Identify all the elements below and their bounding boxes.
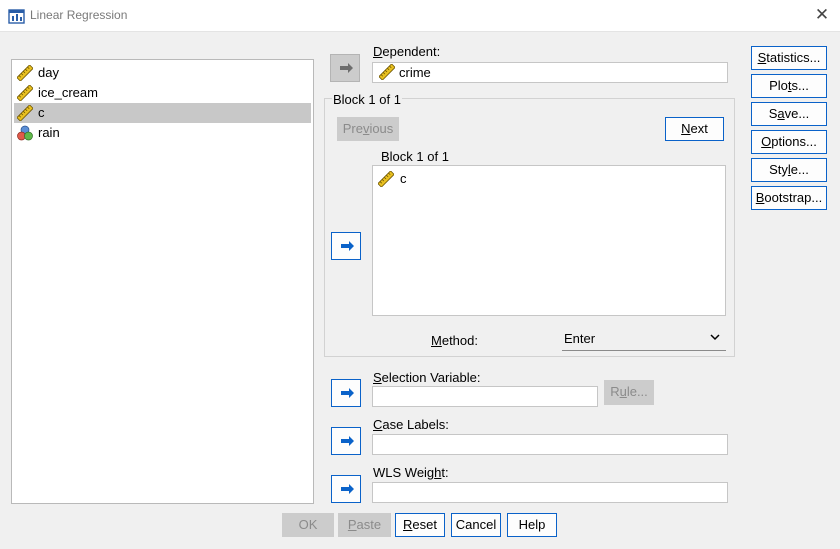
dependent-label: Dependent: xyxy=(373,44,441,59)
scale-ruler-icon xyxy=(379,64,395,80)
move-to-selection-button[interactable] xyxy=(331,379,361,407)
variable-name: c xyxy=(38,105,45,120)
variable-item-ice-cream[interactable]: ice_cream xyxy=(14,83,311,103)
arrow-right-icon xyxy=(341,388,354,398)
paste-button[interactable]: Paste xyxy=(338,513,391,537)
independent-name: c xyxy=(400,171,407,186)
method-label: Method: xyxy=(431,333,478,348)
case-labels-field[interactable] xyxy=(372,434,728,455)
move-to-wls-weight-button[interactable] xyxy=(331,475,361,503)
plots-button[interactable]: Plots... xyxy=(751,74,827,98)
previous-button[interactable]: Previous xyxy=(337,117,399,141)
cancel-button[interactable]: Cancel xyxy=(451,513,501,537)
move-to-dependent-button[interactable] xyxy=(330,54,360,82)
case-labels-label: Case Labels: xyxy=(373,417,449,432)
scale-ruler-icon xyxy=(17,85,33,101)
window-title: Linear Regression xyxy=(30,8,128,22)
variable-item-rain[interactable]: rain xyxy=(14,123,311,143)
wls-weight-label: WLS Weight: xyxy=(373,465,449,480)
method-select[interactable]: Enter xyxy=(562,328,726,351)
variable-list[interactable]: day ice_cream c rain xyxy=(11,59,314,504)
spss-app-icon xyxy=(8,9,25,24)
arrow-right-icon xyxy=(341,436,354,446)
style-button[interactable]: Style... xyxy=(751,158,827,182)
bootstrap-button[interactable]: Bootstrap... xyxy=(751,186,827,210)
options-button[interactable]: Options... xyxy=(751,130,827,154)
reset-button[interactable]: Reset xyxy=(395,513,445,537)
variable-item-day[interactable]: day xyxy=(14,63,311,83)
statistics-button[interactable]: Statistics... xyxy=(751,46,827,70)
method-value: Enter xyxy=(564,331,596,346)
variable-item-c[interactable]: c xyxy=(14,103,311,123)
arrow-right-icon xyxy=(341,241,354,251)
independent-item-c[interactable]: c xyxy=(378,170,407,188)
selection-variable-field[interactable] xyxy=(372,386,598,407)
variable-name: day xyxy=(38,65,59,80)
next-button[interactable]: Next xyxy=(665,117,724,141)
block-group-title: Block 1 of 1 xyxy=(332,92,402,107)
scale-ruler-icon xyxy=(378,171,394,187)
title-bar: Linear Regression ✕ xyxy=(0,0,840,32)
arrow-right-icon xyxy=(341,484,354,494)
scale-ruler-icon xyxy=(17,65,33,81)
ok-button[interactable]: OK xyxy=(282,513,334,537)
wls-weight-field[interactable] xyxy=(372,482,728,503)
scale-ruler-icon xyxy=(17,105,33,121)
save-button[interactable]: Save... xyxy=(751,102,827,126)
nominal-circles-icon xyxy=(17,125,33,141)
move-to-case-labels-button[interactable] xyxy=(331,427,361,455)
move-to-independents-button[interactable] xyxy=(331,232,361,260)
block-inner-title: Block 1 of 1 xyxy=(381,149,449,164)
variable-name: ice_cream xyxy=(38,85,98,100)
dependent-value: crime xyxy=(399,65,431,80)
chevron-down-icon xyxy=(710,334,720,341)
variable-name: rain xyxy=(38,125,60,140)
selection-variable-label: Selection Variable: xyxy=(373,370,481,385)
independents-list[interactable]: c xyxy=(372,165,726,316)
dependent-field[interactable]: crime xyxy=(372,62,728,83)
arrow-right-icon xyxy=(340,63,353,73)
help-button[interactable]: Help xyxy=(507,513,557,537)
close-icon[interactable]: ✕ xyxy=(814,6,830,24)
rule-button[interactable]: Rule... xyxy=(604,380,654,405)
